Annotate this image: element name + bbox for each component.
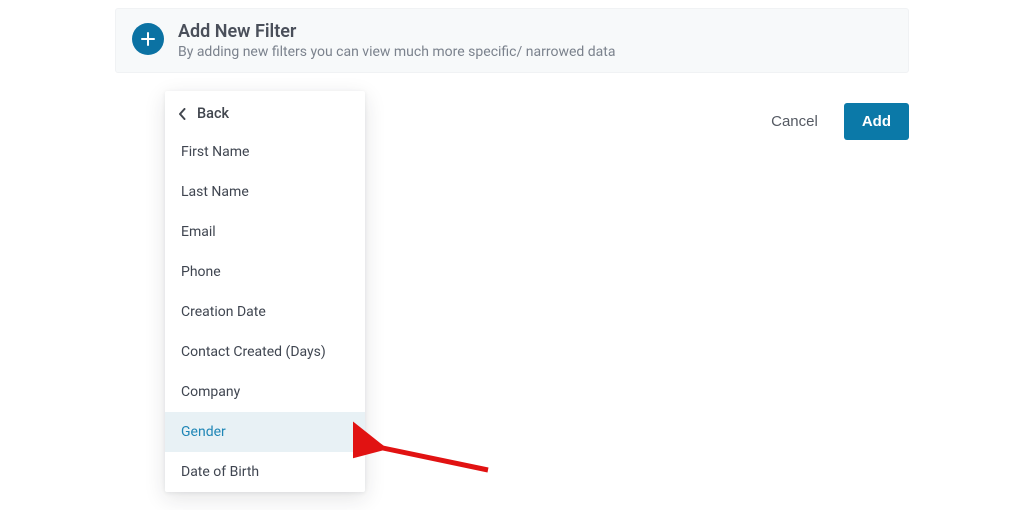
header-subtitle: By adding new filters you can view much … [178, 44, 615, 60]
cancel-button[interactable]: Cancel [761, 105, 828, 138]
dropdown-option[interactable]: Email [165, 212, 365, 252]
chevron-left-icon [177, 106, 187, 122]
add-button[interactable]: Add [844, 103, 909, 140]
dropdown-option[interactable]: Contact Created (Days) [165, 332, 365, 372]
filter-field-dropdown[interactable]: Back First NameLast NameEmailPhoneCreati… [165, 91, 365, 492]
plus-icon [132, 23, 164, 55]
dropdown-option[interactable]: Date of Birth [165, 452, 365, 492]
header-title: Add New Filter [178, 21, 615, 42]
dropdown-option[interactable]: Gender [165, 412, 365, 452]
dropdown-option[interactable]: Last Name [165, 172, 365, 212]
dropdown-option[interactable]: Creation Date [165, 292, 365, 332]
dropdown-back-label: Back [197, 105, 229, 122]
dropdown-option[interactable]: Company [165, 372, 365, 412]
header-panel: Add New Filter By adding new filters you… [115, 8, 909, 73]
dropdown-option[interactable]: First Name [165, 132, 365, 172]
dropdown-option[interactable]: Phone [165, 252, 365, 292]
dropdown-back-button[interactable]: Back [165, 91, 365, 132]
